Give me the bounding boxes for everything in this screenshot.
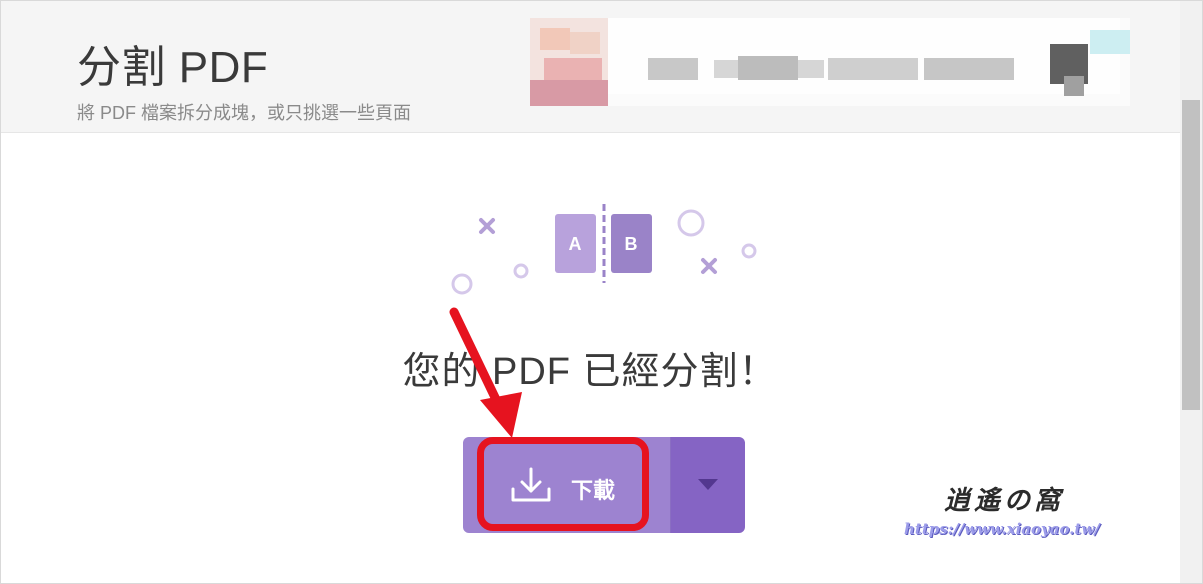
ad-banner-blurred[interactable] bbox=[530, 18, 1130, 106]
download-icon bbox=[511, 467, 551, 502]
circle-decoration bbox=[451, 273, 473, 295]
download-options-dropdown[interactable] bbox=[671, 437, 745, 533]
page-subtitle: 將 PDF 檔案拆分成塊，或只挑選一些頁面 bbox=[77, 103, 412, 123]
split-illustration: A B bbox=[451, 204, 757, 295]
download-button-group: 下載 bbox=[463, 437, 745, 533]
scrollbar-thumb[interactable] bbox=[1182, 100, 1200, 410]
page-title: 分割 PDF bbox=[77, 43, 269, 92]
watermark-url: https://www.xiaoyao.tw/ bbox=[904, 520, 1100, 538]
page-b-label: B bbox=[625, 234, 638, 254]
download-button-label: 下載 bbox=[571, 478, 616, 503]
page-a-label: A bbox=[569, 234, 582, 254]
circle-decoration bbox=[677, 209, 705, 237]
circle-decoration bbox=[513, 263, 529, 279]
circle-decoration bbox=[741, 243, 757, 259]
watermark: 逍遙の窩 https://www.xiaoyao.tw/ bbox=[900, 480, 1120, 545]
split-complete-message: 您的 PDF 已經分割！ bbox=[402, 351, 778, 393]
cross-icon bbox=[701, 258, 717, 274]
watermark-logo: 逍遙の窩 bbox=[944, 486, 1065, 516]
download-button[interactable]: 下載 bbox=[463, 437, 670, 533]
cross-icon bbox=[479, 218, 495, 234]
caret-down-icon bbox=[698, 479, 718, 490]
